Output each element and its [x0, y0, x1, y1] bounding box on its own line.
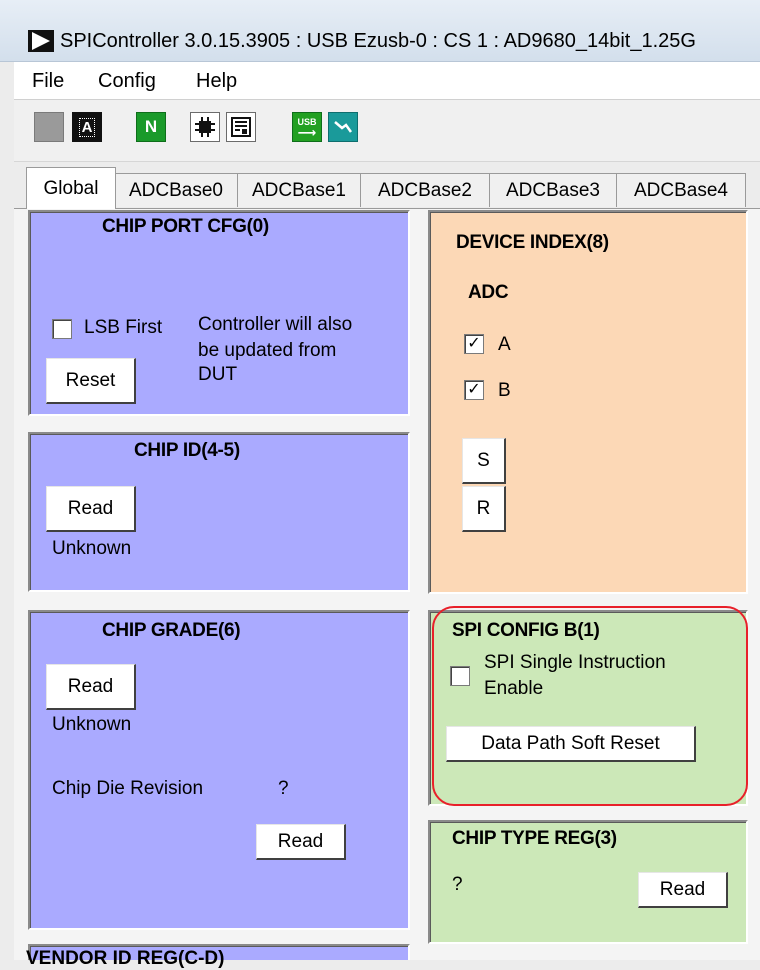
vendor-id-title: VENDOR ID REG(C-D): [26, 948, 225, 969]
tab-global[interactable]: Global: [26, 167, 116, 209]
menu-file[interactable]: File: [32, 70, 64, 93]
menu-config[interactable]: Config: [98, 70, 156, 93]
chip-icon[interactable]: [190, 112, 220, 142]
lsb-first-checkbox[interactable]: [52, 319, 72, 339]
reset-button[interactable]: Reset: [46, 358, 136, 404]
chip-die-revision-value: ?: [278, 778, 289, 799]
spi-config-b-title: SPI CONFIG B(1): [452, 620, 600, 641]
device-index-read-button[interactable]: R: [462, 486, 506, 532]
adc-b-label: B: [498, 380, 511, 401]
chip-type-read-button[interactable]: Read: [638, 872, 728, 908]
menu-bar: File Config Help: [14, 62, 760, 100]
title-bar: SPIController 3.0.15.3905 : USB Ezusb-0 …: [0, 0, 760, 62]
adc-subtitle: ADC: [468, 282, 509, 303]
spi-single-instruction-checkbox[interactable]: [450, 666, 470, 686]
chip-port-cfg-title: CHIP PORT CFG(0): [102, 216, 269, 237]
window-title: SPIController 3.0.15.3905 : USB Ezusb-0 …: [60, 30, 696, 52]
tab-strip: Global ADCBase0 ADCBase1 ADCBase2 ADCBas…: [14, 165, 760, 209]
device-index-set-button[interactable]: S: [462, 438, 506, 484]
green-n-text: N: [144, 117, 158, 136]
tab-adcbase1[interactable]: ADCBase1: [237, 173, 361, 207]
spi-single-instruction-label-line1: SPI Single Instruction: [484, 652, 666, 673]
chip-id-title: CHIP ID(4-5): [134, 440, 240, 461]
analog-a-icon[interactable]: A: [72, 112, 102, 142]
chip-grade-title: CHIP GRADE(6): [102, 620, 241, 641]
spi-single-instruction-label-line2: Enable: [484, 678, 544, 699]
chip-id-value: Unknown: [52, 538, 132, 559]
usb-arrow-glyph: ⟶: [297, 124, 317, 140]
green-n-icon[interactable]: N: [136, 112, 166, 142]
chip-type-value: ?: [452, 874, 463, 895]
device-index-panel: DEVICE INDEX(8) ADC ✓ A ✓ B S R: [428, 210, 748, 594]
chip-type-reg-title: CHIP TYPE REG(3): [452, 828, 617, 849]
tab-adcbase4[interactable]: ADCBase4: [616, 173, 746, 207]
spi-config-b-panel: SPI CONFIG B(1) SPI Single Instruction E…: [428, 610, 748, 806]
adc-a-label: A: [498, 334, 511, 355]
analog-a-text: A: [78, 117, 96, 137]
usb-arrow-icon[interactable]: USB ⟶: [292, 112, 322, 142]
controller-note-line3: DUT: [198, 364, 238, 385]
chip-id-read-button[interactable]: Read: [46, 486, 136, 532]
toolbar: A N USB ⟶: [14, 100, 760, 162]
chip-die-revision-label: Chip Die Revision: [52, 778, 204, 799]
chip-grade-read-button[interactable]: Read: [46, 664, 136, 710]
controller-note-line1: Controller will also: [198, 314, 353, 335]
chip-grade-panel: CHIP GRADE(6) Read Unknown Chip Die Revi…: [28, 610, 410, 930]
adc-a-checkbox[interactable]: ✓: [464, 334, 484, 354]
play-triangle-icon: [28, 30, 54, 52]
chip-grade-value: Unknown: [52, 714, 132, 735]
tab-adcbase3[interactable]: ADCBase3: [489, 173, 617, 207]
tab-adcbase2[interactable]: ADCBase2: [360, 173, 490, 207]
data-path-soft-reset-button[interactable]: Data Path Soft Reset: [446, 726, 696, 762]
menu-help[interactable]: Help: [196, 70, 237, 93]
device-index-title: DEVICE INDEX(8): [456, 232, 609, 253]
gray-square-icon[interactable]: [34, 112, 64, 142]
register-map-icon[interactable]: [226, 112, 256, 142]
chip-port-cfg-panel: CHIP PORT CFG(0) LSB First Controller wi…: [28, 210, 410, 416]
lsb-first-label: LSB First: [84, 317, 163, 338]
controller-note-line2: be updated from: [198, 340, 337, 361]
chip-id-panel: CHIP ID(4-5) Read Unknown: [28, 432, 410, 592]
chip-type-reg-panel: CHIP TYPE REG(3) ? Read: [428, 820, 748, 944]
tab-adcbase0[interactable]: ADCBase0: [114, 173, 238, 207]
chip-die-read-button[interactable]: Read: [256, 824, 346, 860]
probe-icon[interactable]: [328, 112, 358, 142]
adc-b-checkbox[interactable]: ✓: [464, 380, 484, 400]
